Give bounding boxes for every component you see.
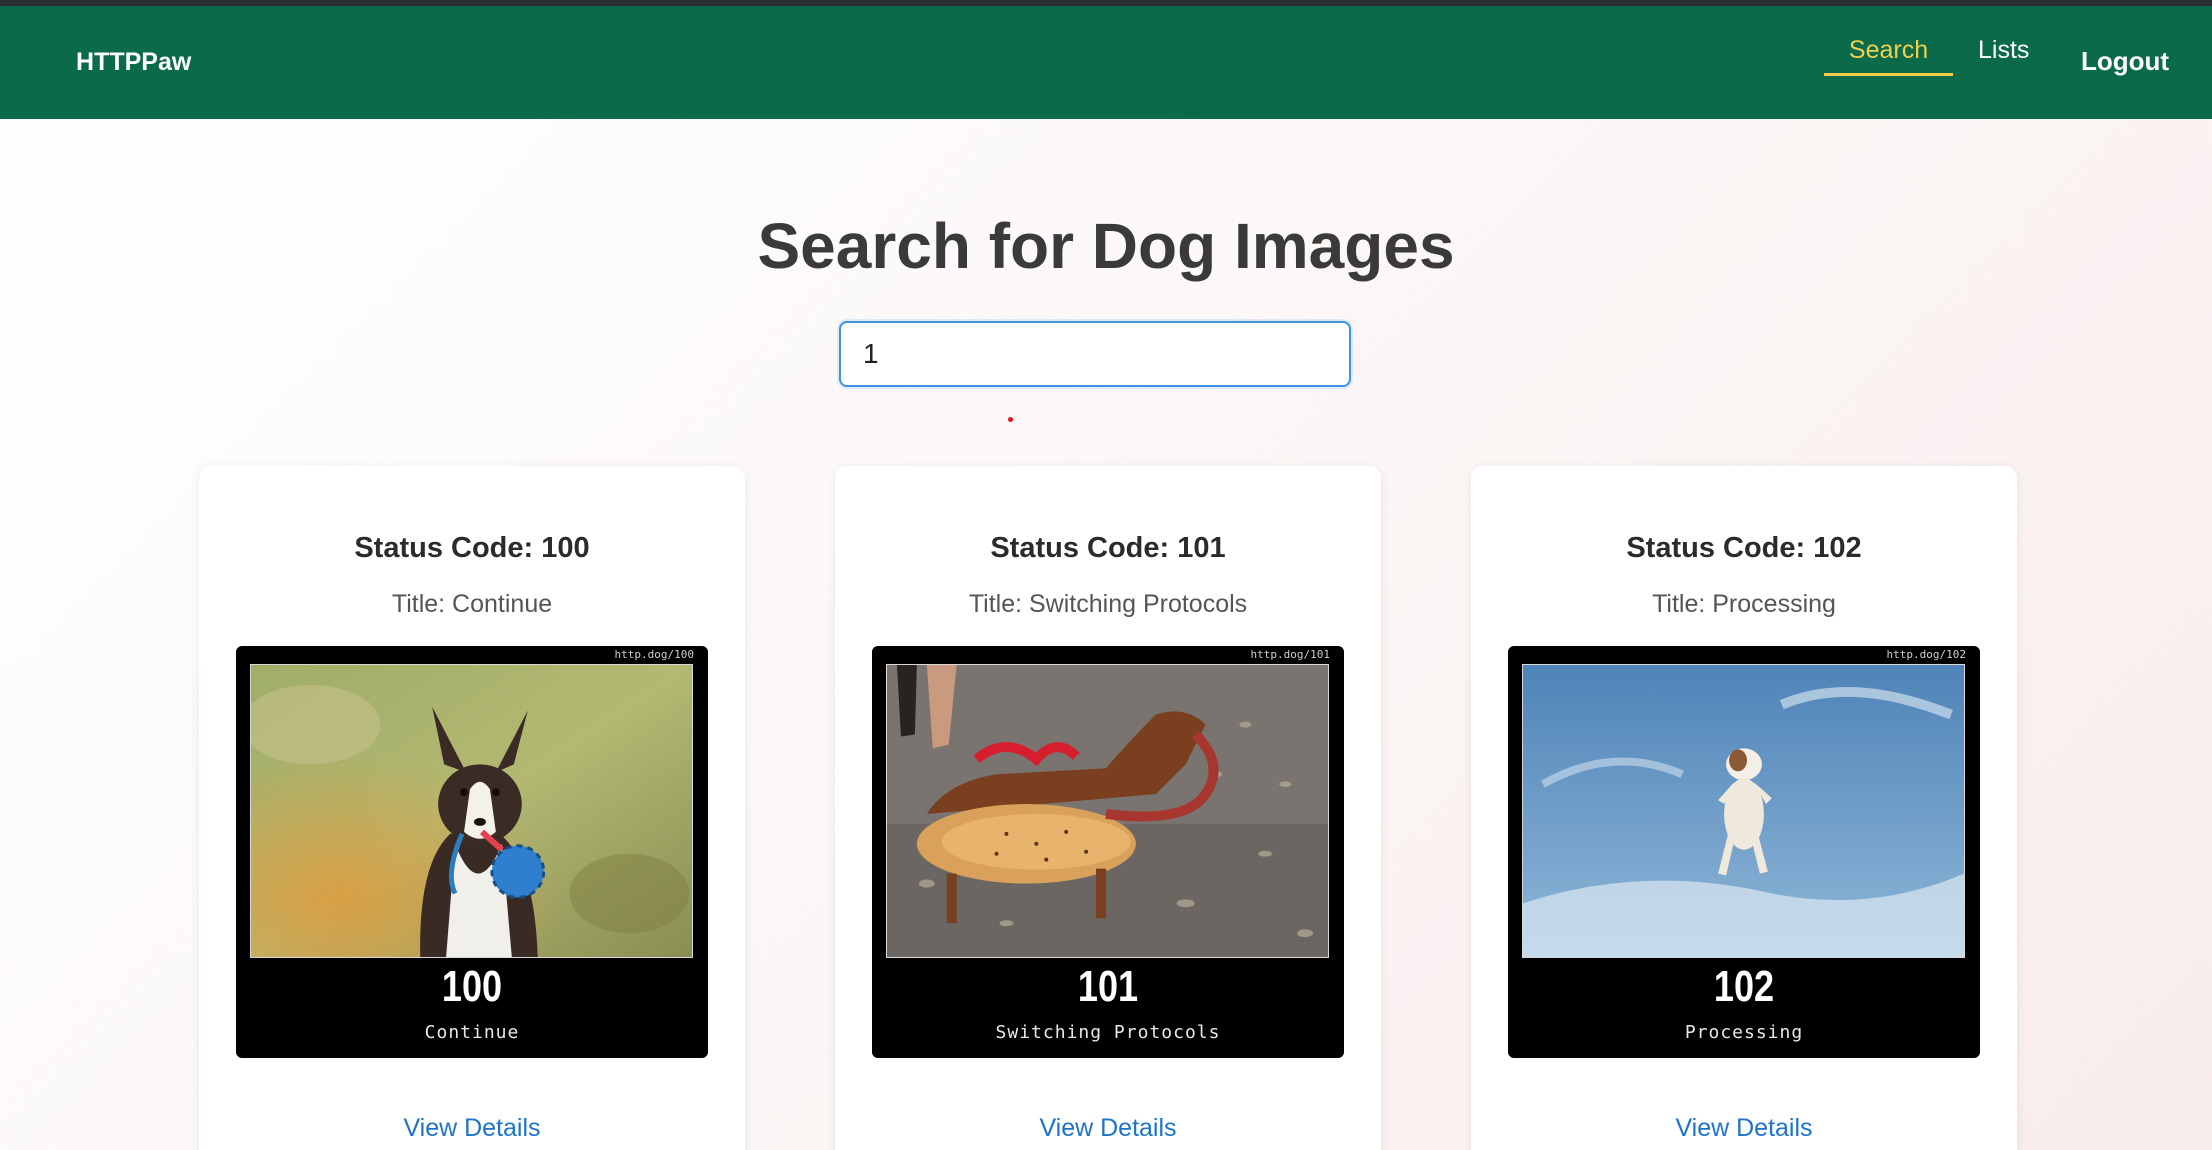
dog-image: http.dog/100 100 Continue bbox=[236, 646, 708, 1058]
frame-status-code: 101 bbox=[1077, 962, 1139, 1011]
nav-lists-link[interactable]: Lists bbox=[1978, 36, 2029, 65]
status-code-heading: Status Code: 102 bbox=[1626, 532, 1862, 564]
status-title: Title: Switching Protocols bbox=[968, 590, 1248, 618]
image-url-caption: http.dog/102 bbox=[1886, 648, 1966, 661]
nav-search-link[interactable]: Search bbox=[1824, 36, 1953, 65]
page-title: Search for Dog Images bbox=[757, 210, 1455, 282]
loading-indicator-dot bbox=[1008, 417, 1013, 422]
dog-image: http.dog/102 102 Processing bbox=[1508, 646, 1980, 1058]
frame-status-text: Continue bbox=[424, 1022, 520, 1043]
dog-with-ball-photo bbox=[250, 664, 693, 958]
status-code-heading: Status Code: 101 bbox=[990, 532, 1226, 564]
image-url-caption: http.dog/101 bbox=[1250, 648, 1330, 661]
frame-status-code: 100 bbox=[441, 962, 503, 1011]
hotdog-costume-dog-photo bbox=[886, 664, 1329, 958]
result-card: Status Code: 100 Title: Continue http.do… bbox=[199, 466, 745, 1150]
brand-logo[interactable]: HTTPPaw bbox=[76, 48, 191, 77]
status-title: Title: Continue bbox=[391, 590, 553, 618]
dog-image: http.dog/101 101 Switching Protocols bbox=[872, 646, 1344, 1058]
active-tab-underline bbox=[1824, 73, 1953, 76]
frame-status-code: 102 bbox=[1713, 962, 1775, 1011]
view-details-link[interactable]: View Details bbox=[199, 1114, 745, 1143]
view-details-link[interactable]: View Details bbox=[835, 1114, 1381, 1143]
navbar: HTTPPaw Search Lists Logout bbox=[0, 6, 2212, 119]
logout-button[interactable]: Logout bbox=[2081, 46, 2169, 77]
status-title: Title: Processing bbox=[1652, 590, 1836, 618]
jumping-dog-sky-photo bbox=[1522, 664, 1965, 958]
result-card: Status Code: 102 Title: Processing http.… bbox=[1471, 466, 2017, 1150]
view-details-link[interactable]: View Details bbox=[1471, 1114, 2017, 1143]
frame-status-text: Switching Protocols bbox=[995, 1022, 1221, 1043]
status-code-heading: Status Code: 100 bbox=[354, 532, 590, 564]
frame-status-text: Processing bbox=[1684, 1022, 1804, 1043]
result-card: Status Code: 101 Title: Switching Protoc… bbox=[835, 466, 1381, 1150]
search-input[interactable] bbox=[839, 321, 1351, 387]
image-url-caption: http.dog/100 bbox=[614, 648, 694, 661]
